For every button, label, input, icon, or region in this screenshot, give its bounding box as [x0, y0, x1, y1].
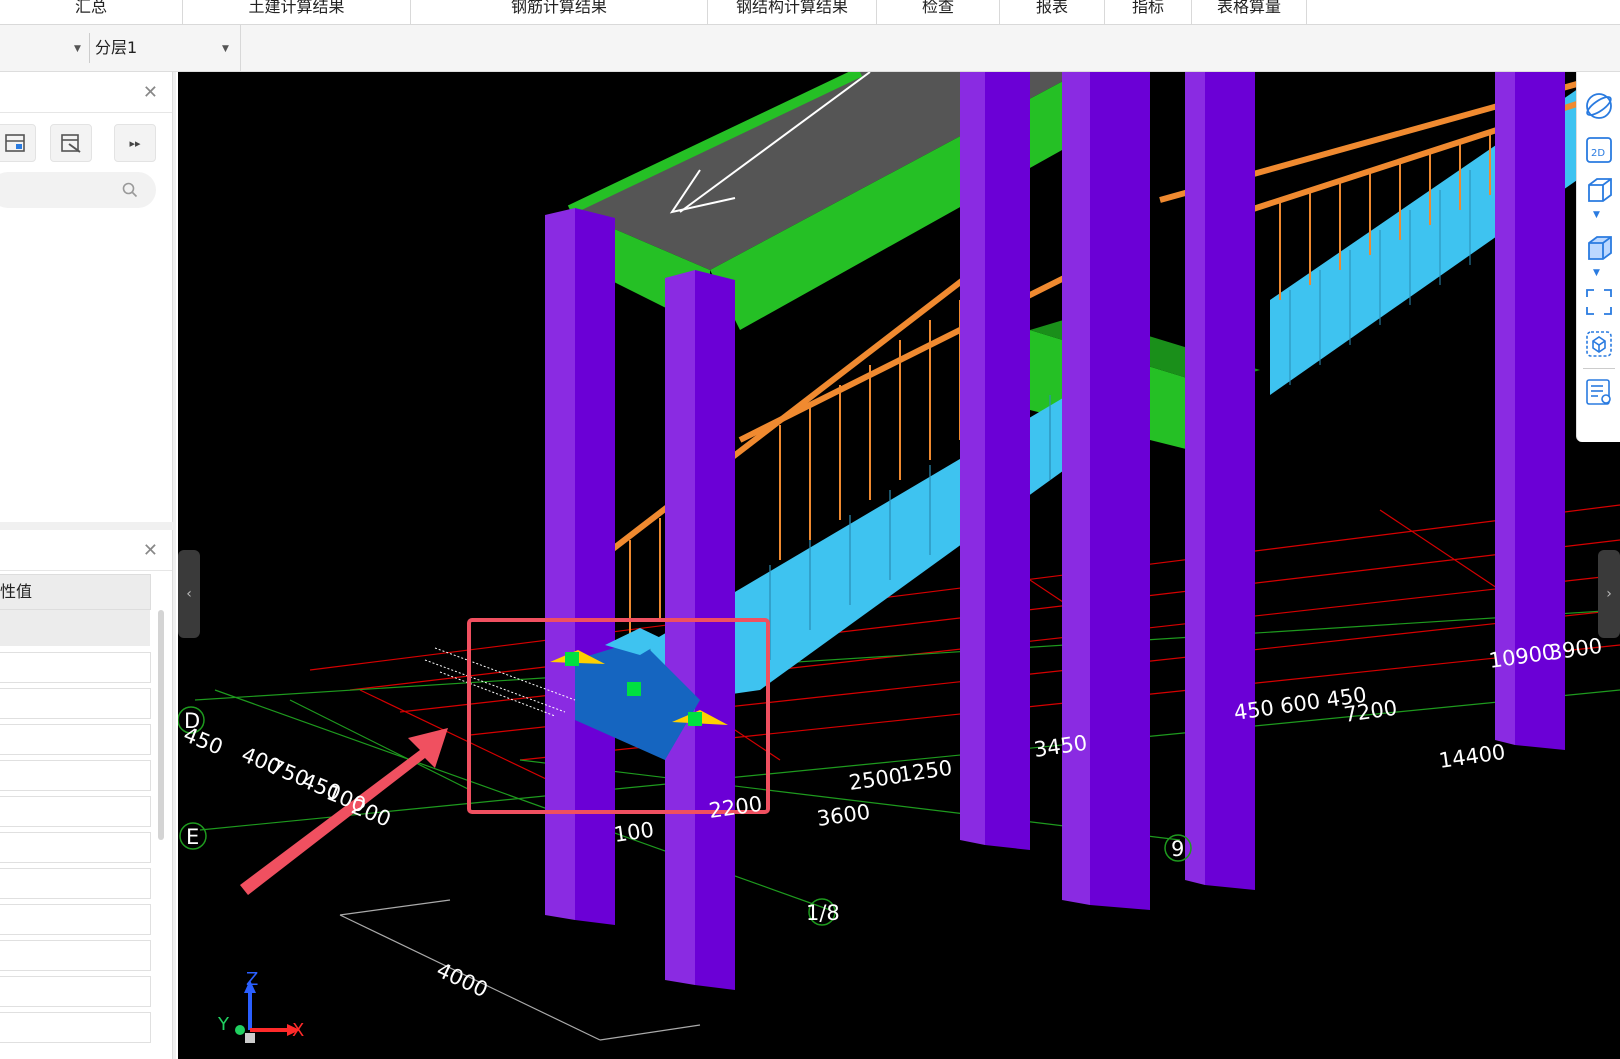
axis-label: 1/8: [806, 901, 840, 925]
fullscreen-icon[interactable]: [1585, 288, 1613, 316]
svg-text:2D: 2D: [1591, 148, 1605, 159]
orbit-icon[interactable]: [1585, 92, 1613, 120]
grip-point[interactable]: [565, 652, 579, 666]
column[interactable]: [960, 72, 985, 845]
dim-label: 4000: [433, 958, 492, 1002]
property-row[interactable]: [0, 976, 151, 1007]
property-row[interactable]: [0, 652, 151, 683]
grip-point[interactable]: [688, 712, 702, 726]
tab-steel-result[interactable]: 钢结构计算结果: [708, 0, 877, 24]
toolbar-divider: [1583, 368, 1615, 369]
svg-text:Z: Z: [246, 969, 258, 990]
axis-label: 9: [1171, 837, 1184, 861]
svg-text:Y: Y: [217, 1014, 230, 1035]
dim-label: 2500: [847, 764, 903, 795]
column[interactable]: [695, 270, 735, 990]
search-icon: [122, 182, 138, 198]
property-scrollbar[interactable]: [158, 610, 164, 840]
dim-label: 14400: [1437, 740, 1507, 773]
property-row[interactable]: [0, 940, 151, 971]
tab-civil-result[interactable]: 土建计算结果: [183, 0, 411, 24]
chevron-down-icon[interactable]: ▼: [1593, 268, 1600, 278]
3d-viewport[interactable]: 450 400 750 450 100 200 2200 100 3600 25…: [178, 72, 1620, 1059]
layer-dropdown-value: 分层1: [95, 38, 138, 57]
column[interactable]: [1062, 72, 1090, 905]
column[interactable]: [1185, 72, 1205, 885]
right-collapse-handle[interactable]: ›: [1598, 550, 1620, 638]
property-row[interactable]: [0, 724, 151, 755]
column[interactable]: [1205, 72, 1255, 890]
model-canvas[interactable]: 450 400 750 450 100 200 2200 100 3600 25…: [178, 72, 1620, 1059]
floor-toolbar: ▼ 分层1 ▼: [0, 25, 1620, 72]
chevron-down-icon[interactable]: ▼: [1593, 210, 1600, 220]
grid-layout-icon: [5, 134, 25, 152]
close-icon[interactable]: ✕: [143, 540, 158, 561]
property-row[interactable]: [0, 760, 151, 791]
column[interactable]: [1495, 72, 1515, 745]
ribbon-tab-bar: 汇总 土建计算结果 钢筋计算结果 钢结构计算结果 检查 报表 指标 表格算量: [0, 0, 1620, 25]
property-row[interactable]: [0, 1012, 151, 1043]
floor-dropdown[interactable]: ▼: [0, 33, 88, 63]
toolbar-divider: [240, 25, 241, 71]
layer-dropdown[interactable]: 分层1 ▼: [95, 33, 235, 63]
component-view-icon[interactable]: [1585, 330, 1613, 358]
layout-icon-button[interactable]: [0, 124, 36, 162]
chevron-right-icon: ›: [1606, 586, 1612, 602]
tab-report[interactable]: 报表: [1000, 0, 1105, 24]
chevron-down-icon: ▼: [222, 44, 229, 54]
dim-label: 3600: [815, 800, 871, 831]
property-view-icon[interactable]: [1585, 378, 1613, 406]
axis-label: E: [186, 825, 199, 849]
view-toolbar: 2D ▼ ▼: [1576, 72, 1620, 442]
2d-view-icon[interactable]: 2D: [1585, 136, 1613, 164]
coordinate-triad: Z Y X: [217, 969, 304, 1043]
property-row[interactable]: [0, 832, 151, 863]
property-panel: ✕ 性值: [0, 530, 173, 1059]
component-list-panel: ✕ ▸▸: [0, 72, 173, 522]
column[interactable]: [1090, 72, 1150, 910]
column[interactable]: [575, 208, 615, 925]
double-chevron-right-icon: ▸▸: [129, 136, 141, 150]
dimension-lines: [339, 899, 701, 1041]
grip-point[interactable]: [627, 682, 641, 696]
edit-icon-button[interactable]: [50, 124, 92, 162]
column[interactable]: [985, 72, 1030, 850]
property-column-header: 性值: [0, 574, 151, 610]
left-dock: ✕ ▸▸ ✕ 性值: [0, 72, 176, 1059]
chevron-down-icon: ▼: [74, 44, 81, 54]
svg-text:X: X: [292, 1020, 304, 1041]
property-row[interactable]: [0, 688, 151, 719]
dim-label: 200: [348, 794, 394, 831]
axis-label: D: [184, 709, 200, 733]
toolbar-divider: [89, 33, 90, 63]
tab-check[interactable]: 检查: [877, 0, 1000, 24]
tab-index[interactable]: 指标: [1105, 0, 1192, 24]
left-collapse-handle[interactable]: ‹: [178, 550, 200, 638]
property-group-row: [0, 610, 150, 646]
column[interactable]: [665, 270, 695, 985]
chevron-left-icon: ‹: [186, 586, 192, 602]
solid-box-icon[interactable]: [1585, 234, 1613, 262]
close-icon[interactable]: ✕: [143, 82, 158, 103]
property-row[interactable]: [0, 904, 151, 935]
dim-label: 100: [612, 818, 655, 847]
property-row[interactable]: [0, 796, 151, 827]
tab-summary[interactable]: 汇总: [0, 0, 183, 24]
search-input[interactable]: [0, 172, 156, 208]
expand-more-button[interactable]: ▸▸: [114, 124, 156, 162]
tab-table-quantity[interactable]: 表格算量: [1192, 0, 1307, 24]
property-row[interactable]: [0, 868, 151, 899]
edit-table-icon: [61, 134, 81, 153]
3d-box-icon[interactable]: [1585, 176, 1613, 204]
tab-rebar-result[interactable]: 钢筋计算结果: [411, 0, 708, 24]
